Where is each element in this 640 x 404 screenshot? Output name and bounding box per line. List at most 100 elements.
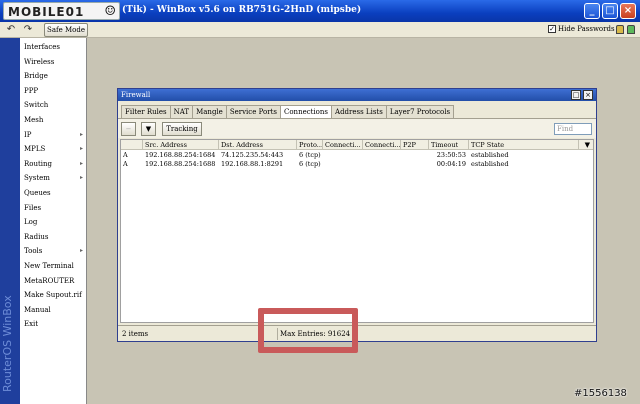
menu-item-label: Tools bbox=[24, 247, 43, 256]
firewall-tabs: Filter Rules NAT Mangle Service Ports Connec… bbox=[121, 105, 455, 119]
menu-item-exit[interactable]: Exit bbox=[20, 317, 87, 332]
menu-item-new-terminal[interactable]: New Terminal bbox=[20, 259, 87, 274]
menu-item-label: Wireless bbox=[24, 57, 55, 66]
table-row[interactable]: A 192.168.88.254:1684 74.125.235.54:443 6 (… bbox=[121, 151, 593, 160]
menu-item-label: Make Supout.rif bbox=[24, 291, 82, 300]
tab-mangle[interactable]: Mangle bbox=[192, 105, 227, 118]
menu-item-routing[interactable]: Routing ▸ bbox=[20, 157, 87, 172]
menu-item-ip[interactable]: IP ▸ bbox=[20, 128, 87, 143]
menu-item-wireless[interactable]: Wireless bbox=[20, 55, 87, 70]
menu-item-files[interactable]: Files bbox=[20, 201, 87, 216]
menu-item-manual[interactable]: Manual bbox=[20, 303, 87, 318]
tab-address-lists[interactable]: Address Lists bbox=[331, 105, 387, 118]
menu-item-mpls[interactable]: MPLS ▸ bbox=[20, 142, 87, 157]
main-menu: Interfaces Wireless Bridge PPP Switch Mesh IP ▸… bbox=[20, 38, 87, 404]
tab-connections[interactable]: Connections bbox=[279, 105, 333, 119]
submenu-arrow-icon: ▸ bbox=[79, 130, 83, 138]
maximize-button[interactable]: □ bbox=[602, 3, 618, 19]
table-cell: 192.168.88.1:8291 bbox=[221, 160, 284, 168]
undo-icon[interactable]: ↶ bbox=[5, 24, 17, 36]
table-cell bbox=[363, 160, 401, 169]
menu-item-system[interactable]: System ▸ bbox=[20, 171, 87, 186]
column-header[interactable]: Dst. Address bbox=[219, 140, 297, 150]
menu-item-bridge[interactable]: Bridge bbox=[20, 69, 87, 84]
hide-passwords-toggle[interactable]: ✓ Hide Passwords bbox=[548, 25, 615, 33]
main-toolbar: ↶ ↷ Safe Mode ✓ Hide Passwords bbox=[0, 22, 640, 38]
table-cell: established bbox=[471, 160, 509, 168]
menu-item-label: MetaROUTER bbox=[24, 276, 75, 285]
find-input[interactable]: Find bbox=[554, 123, 592, 135]
hide-passwords-checkbox[interactable]: ✓ bbox=[548, 25, 556, 33]
menu-item-label: Radius bbox=[24, 232, 49, 241]
menu-item-interfaces[interactable]: Interfaces bbox=[20, 40, 87, 55]
menu-item-tools[interactable]: Tools ▸ bbox=[20, 244, 87, 259]
column-header[interactable]: P2P bbox=[401, 140, 429, 150]
firewall-maximize-button[interactable]: □ bbox=[571, 90, 581, 100]
watermark: #1556138 bbox=[574, 388, 627, 399]
tracking-button[interactable]: Tracking bbox=[162, 122, 202, 136]
tab-service-ports[interactable]: Service Ports bbox=[225, 105, 281, 118]
table-cell bbox=[401, 151, 429, 160]
menu-item-label: PPP bbox=[24, 86, 39, 95]
column-header[interactable]: Timeout bbox=[429, 140, 469, 150]
status-items: 2 items bbox=[120, 328, 278, 340]
table-row[interactable]: A 192.168.88.254:1688 192.168.88.1:8291 6 (… bbox=[121, 160, 593, 169]
safe-mode-button[interactable]: Safe Mode bbox=[44, 23, 88, 37]
redo-icon[interactable]: ↷ bbox=[22, 24, 34, 36]
firewall-title: Firewall bbox=[121, 91, 151, 99]
menu-item-label: System bbox=[24, 174, 50, 183]
tab-layer7-protocols[interactable]: Layer7 Protocols bbox=[385, 105, 455, 118]
table-cell bbox=[363, 151, 401, 160]
column-header[interactable] bbox=[121, 140, 143, 150]
menu-item-label: Mesh bbox=[24, 116, 44, 124]
highlight-annotation-box bbox=[258, 308, 358, 353]
menu-item-mesh[interactable]: Mesh bbox=[20, 113, 87, 128]
window-title-bar[interactable]: MOBILE01 ☺ (Tik) - WinBox v5.6 on RB751G… bbox=[0, 0, 640, 22]
submenu-arrow-icon: ▸ bbox=[79, 145, 83, 153]
menu-item-make-supout-rif[interactable]: Make Supout.rif bbox=[20, 288, 87, 303]
table-cell: 23:50:53 bbox=[436, 151, 466, 159]
tab-nat[interactable]: NAT bbox=[169, 105, 194, 118]
menu-item-switch[interactable]: Switch bbox=[20, 98, 87, 113]
menu-item-label: Log bbox=[24, 218, 38, 227]
hide-passwords-label: Hide Passwords bbox=[558, 25, 615, 33]
close-button[interactable]: × bbox=[620, 3, 636, 19]
table-cell: 00:04:19 bbox=[436, 160, 466, 168]
lock-icon bbox=[616, 25, 624, 34]
table-cell: A bbox=[123, 151, 128, 159]
firewall-window: Firewall □ × Filter Rules NAT Mangle Servic… bbox=[117, 88, 597, 342]
tab-filter-rules[interactable]: Filter Rules bbox=[121, 105, 171, 118]
table-cell: 74.125.235.54:443 bbox=[221, 151, 284, 159]
menu-item-label: MPLS bbox=[24, 145, 46, 154]
filter-icon[interactable]: ▼ bbox=[141, 122, 156, 136]
menu-item-label: Exit bbox=[24, 320, 39, 329]
firewall-title-bar[interactable]: Firewall □ × bbox=[118, 89, 596, 101]
menu-item-label: Interfaces bbox=[24, 43, 60, 51]
firewall-toolbar: − ▼ Tracking Find bbox=[118, 118, 596, 138]
firewall-close-button[interactable]: × bbox=[583, 90, 593, 100]
menu-item-radius[interactable]: Radius bbox=[20, 230, 87, 245]
table-cell: 6 (tcp) bbox=[299, 151, 321, 159]
column-header[interactable]: Src. Address bbox=[143, 140, 219, 150]
column-header[interactable]: TCP State bbox=[469, 140, 579, 150]
submenu-arrow-icon: ▸ bbox=[79, 174, 83, 182]
submenu-arrow-icon: ▸ bbox=[79, 247, 83, 255]
menu-item-ppp[interactable]: PPP bbox=[20, 84, 87, 99]
column-header[interactable]: Connecti... bbox=[363, 140, 401, 150]
table-cell bbox=[401, 160, 429, 169]
menu-item-metarouter[interactable]: MetaROUTER bbox=[20, 274, 87, 289]
table-cell: 192.168.88.254:1684 bbox=[145, 151, 216, 159]
menu-item-log[interactable]: Log bbox=[20, 215, 87, 230]
menu-item-queues[interactable]: Queues bbox=[20, 186, 87, 201]
submenu-arrow-icon: ▸ bbox=[79, 159, 83, 167]
remove-icon[interactable]: − bbox=[121, 122, 136, 136]
menu-item-label: Files bbox=[24, 203, 42, 212]
minimize-button[interactable]: _ bbox=[584, 3, 600, 19]
table-cell: established bbox=[471, 151, 509, 159]
smiley-icon: ☺ bbox=[104, 4, 116, 19]
column-header[interactable]: Connecti... bbox=[323, 140, 363, 150]
columns-dropdown-icon[interactable]: ▼ bbox=[585, 140, 590, 150]
menu-item-label: Switch bbox=[24, 101, 49, 110]
menu-item-label: New Terminal bbox=[24, 262, 74, 270]
column-header[interactable]: Proto... bbox=[297, 140, 323, 150]
